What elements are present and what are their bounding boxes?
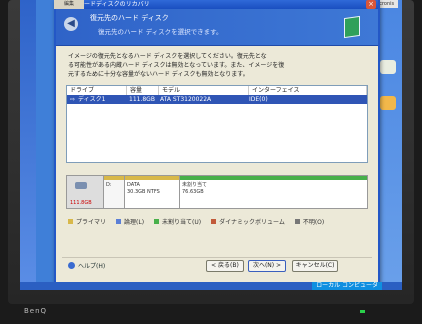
disk-interface: IDE(0) [249, 96, 268, 103]
legend-item: プライマリ [68, 217, 106, 226]
partition-detail: 76.63GB [182, 189, 204, 195]
legend-item: 論理(L) [116, 217, 144, 226]
legend-item: ダイナミックボリューム [211, 217, 285, 226]
partition-label: D: [106, 182, 112, 188]
cancel-button[interactable]: キャンセル(C) [292, 260, 338, 272]
legend-label: プライマリ [76, 219, 107, 226]
partition-data[interactable]: DATA 30.3GB NTFS [124, 176, 179, 208]
taskbar-tray[interactable]: ローカル コンピュータ [312, 282, 382, 290]
partition-label: DATA [127, 182, 140, 188]
next-button[interactable]: 次へ(N) > [248, 260, 286, 272]
column-interface[interactable]: インターフェイス [249, 86, 367, 95]
legend-item: 不明(O) [294, 217, 325, 226]
partition-label: 未割り当て [182, 182, 208, 188]
instruction-line: イメージの復元先となるハード ディスクを選択してください。復元先とな [68, 53, 267, 60]
partition-detail: 30.3GB NTFS [127, 189, 160, 195]
power-led [360, 310, 365, 313]
disk-model: ATA ST3120022A [160, 96, 212, 103]
disk-drive-label: ディスク1 [78, 96, 106, 103]
disk-row-selected[interactable]: ⇨ ディスク1 111.8GB ATA ST3120022A IDE(0) [67, 95, 367, 104]
hard-disk-icon [75, 182, 87, 189]
legend-swatch [211, 219, 217, 224]
instruction-line: 元するために十分な容量がないハード ディスクも無効となります。 [68, 71, 249, 78]
partition-legend: プライマリ 論理(L) 未割り当て(U) ダイナミックボリューム 不明(O) [68, 217, 368, 226]
legend-item: 未割り当て(U) [154, 217, 201, 226]
desktop-top-tab[interactable]: 編集 [54, 0, 84, 9]
disk-capacity: 111.8GB [129, 96, 155, 103]
instructions: イメージの復元先となるハード ディスクを選択してください。復元先とな る可能性が… [56, 46, 378, 79]
window-titlebar[interactable]: ハードディスクのリカバリ [56, 0, 378, 9]
disk-map: 111.8GB D: DATA 30.3GB NTFS 未割り当て 76.63G… [66, 175, 368, 209]
legend-swatch [294, 219, 300, 224]
wizard-title: 復元先のハード ディスク [90, 14, 169, 22]
disk-drive: ⇨ ディスク1 [70, 96, 106, 103]
monitor-brand: BenQ [24, 307, 48, 315]
wizard-subtitle: 復元先のハード ディスクを選択できます。 [98, 28, 223, 36]
legend-label: 論理(L) [124, 219, 145, 226]
partition-unallocated[interactable]: 未割り当て 76.63GB [179, 176, 367, 208]
wizard-header: ◀ 復元先のハード ディスク 復元先のハード ディスクを選択できます。 [56, 9, 378, 46]
help-link[interactable]: ヘルプ(H) [68, 261, 105, 270]
legend-label: 未割り当て(U) [162, 219, 202, 226]
legend-swatch [116, 219, 122, 224]
instruction-line: る可能性がある内蔵ハード ディスクは無効となっています。また、イメージを復 [68, 62, 285, 69]
back-arrow-icon[interactable]: ◀ [64, 17, 78, 31]
wizard-logo-icon [344, 15, 360, 39]
legend-swatch [154, 219, 160, 224]
legend-label: 不明(O) [302, 219, 325, 226]
back-button[interactable]: < 戻る(B) [206, 260, 244, 272]
desktop-left-strip [20, 0, 36, 290]
partition-d[interactable]: D: [103, 176, 124, 208]
column-drive[interactable]: ドライブ [67, 86, 127, 95]
desktop-icon[interactable] [380, 60, 396, 74]
legend-swatch [68, 219, 73, 224]
screen: Acronis ハードディスクのリカバリ × ◀ 復元先のハード ディスク 復元… [20, 0, 402, 290]
close-button[interactable]: × [366, 0, 376, 9]
disk-list-header: ドライブ 容量 モデル インターフェイス [67, 86, 367, 95]
disk-map-capacity: 111.8GB [70, 200, 92, 206]
help-icon [68, 262, 75, 269]
footer-divider [62, 257, 372, 258]
disk-map-disk: 111.8GB [67, 176, 103, 208]
column-model[interactable]: モデル [159, 86, 249, 95]
wizard-window: ハードディスクのリカバリ × ◀ 復元先のハード ディスク 復元先のハード ディ… [54, 0, 380, 286]
help-label: ヘルプ(H) [78, 263, 106, 270]
disk-list: ドライブ 容量 モデル インターフェイス ⇨ ディスク1 111.8GB ATA … [66, 85, 368, 163]
desktop-icon[interactable] [380, 96, 396, 110]
column-capacity[interactable]: 容量 [127, 86, 159, 95]
legend-label: ダイナミックボリューム [219, 219, 285, 226]
